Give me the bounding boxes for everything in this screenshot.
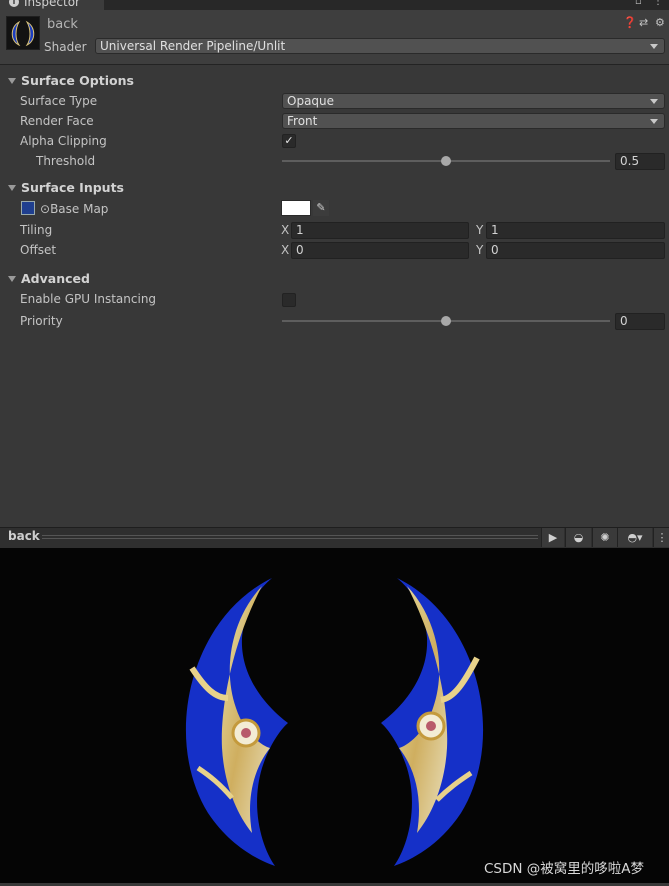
advanced-header[interactable]: Advanced	[21, 271, 90, 286]
preview-shape-icon[interactable]: ◓▾	[617, 528, 652, 547]
play-icon[interactable]: ▶	[541, 528, 564, 547]
base-map-text: Base Map	[50, 202, 109, 216]
threshold-label: Threshold	[36, 154, 96, 168]
preview-drag-handle[interactable]	[42, 535, 538, 539]
inspector-tab-label: Inspector	[24, 0, 80, 9]
tiling-label: Tiling	[20, 223, 53, 237]
chevron-down-icon	[650, 44, 658, 49]
offset-y-axis-label: Y	[476, 243, 484, 257]
base-map-color-swatch[interactable]	[281, 200, 311, 216]
preset-icon[interactable]: ⇄	[639, 16, 648, 29]
advanced-fold-icon[interactable]	[8, 276, 16, 282]
threshold-field[interactable]: 0.5	[615, 153, 665, 170]
lighting-icon[interactable]: ✺	[592, 528, 617, 547]
maximize-icon[interactable]: ▫	[635, 0, 642, 7]
base-map-label: ⊙Base Map	[40, 202, 108, 216]
shader-value: Universal Render Pipeline/Unlit	[100, 39, 286, 53]
render-face-value: Front	[287, 114, 318, 128]
alpha-clipping-label: Alpha Clipping	[20, 134, 107, 148]
sphere-mesh-icon[interactable]: ◒	[565, 528, 591, 547]
checkmark-icon: ✓	[284, 134, 294, 147]
offset-x-axis-label: X	[281, 243, 290, 257]
priority-slider-handle[interactable]	[441, 316, 451, 326]
chevron-down-icon	[650, 99, 658, 104]
render-face-dropdown[interactable]: Front	[282, 113, 665, 129]
preview-title: back	[8, 529, 40, 543]
preview-texture	[185, 578, 484, 866]
object-picker-icon[interactable]: ⊙	[40, 202, 50, 216]
material-name: back	[47, 17, 78, 32]
surface-inputs-header[interactable]: Surface Inputs	[21, 180, 124, 195]
offset-x-field[interactable]: 0	[291, 242, 469, 259]
material-thumbnail	[6, 16, 40, 50]
info-icon: i	[9, 0, 19, 7]
settings-icon[interactable]: ⚙	[655, 16, 665, 29]
chevron-down-icon	[650, 119, 658, 124]
threshold-slider-handle[interactable]	[441, 156, 451, 166]
priority-label: Priority	[20, 314, 63, 328]
surface-options-fold-icon[interactable]	[8, 78, 16, 84]
tiling-y-field[interactable]: 1	[486, 222, 665, 239]
inspector-tab[interactable]: i Inspector	[0, 0, 104, 10]
shader-label: Shader	[44, 40, 87, 54]
surface-type-dropdown[interactable]: Opaque	[282, 93, 665, 109]
render-face-label: Render Face	[20, 114, 94, 128]
gpu-instancing-checkbox[interactable]	[282, 293, 296, 307]
tiling-x-field[interactable]: 1	[291, 222, 469, 239]
tiling-y-axis-label: Y	[476, 223, 484, 237]
surface-options-header[interactable]: Surface Options	[21, 73, 134, 88]
watermark-text: CSDN @被窝里的哆啦A梦	[484, 861, 645, 877]
gpu-instancing-label: Enable GPU Instancing	[20, 292, 157, 306]
kebab-menu-icon[interactable]: ⋮	[653, 0, 663, 7]
tiling-x-axis-label: X	[281, 223, 290, 237]
surface-type-value: Opaque	[287, 94, 335, 108]
surface-inputs-fold-icon[interactable]	[8, 185, 16, 191]
offset-y-field[interactable]: 0	[486, 242, 665, 259]
shader-dropdown[interactable]: Universal Render Pipeline/Unlit	[95, 38, 665, 54]
eyedropper-icon[interactable]: ✎	[313, 200, 329, 216]
material-preview[interactable]	[0, 548, 669, 883]
texture-slot-icon[interactable]	[21, 201, 35, 215]
kebab-menu-icon[interactable]: ⋮	[653, 528, 669, 547]
help-icon[interactable]: ❓	[623, 16, 637, 29]
priority-field[interactable]: 0	[615, 313, 665, 330]
surface-type-label: Surface Type	[20, 94, 98, 108]
offset-label: Offset	[20, 243, 57, 257]
alpha-clipping-checkbox[interactable]: ✓	[282, 134, 296, 148]
